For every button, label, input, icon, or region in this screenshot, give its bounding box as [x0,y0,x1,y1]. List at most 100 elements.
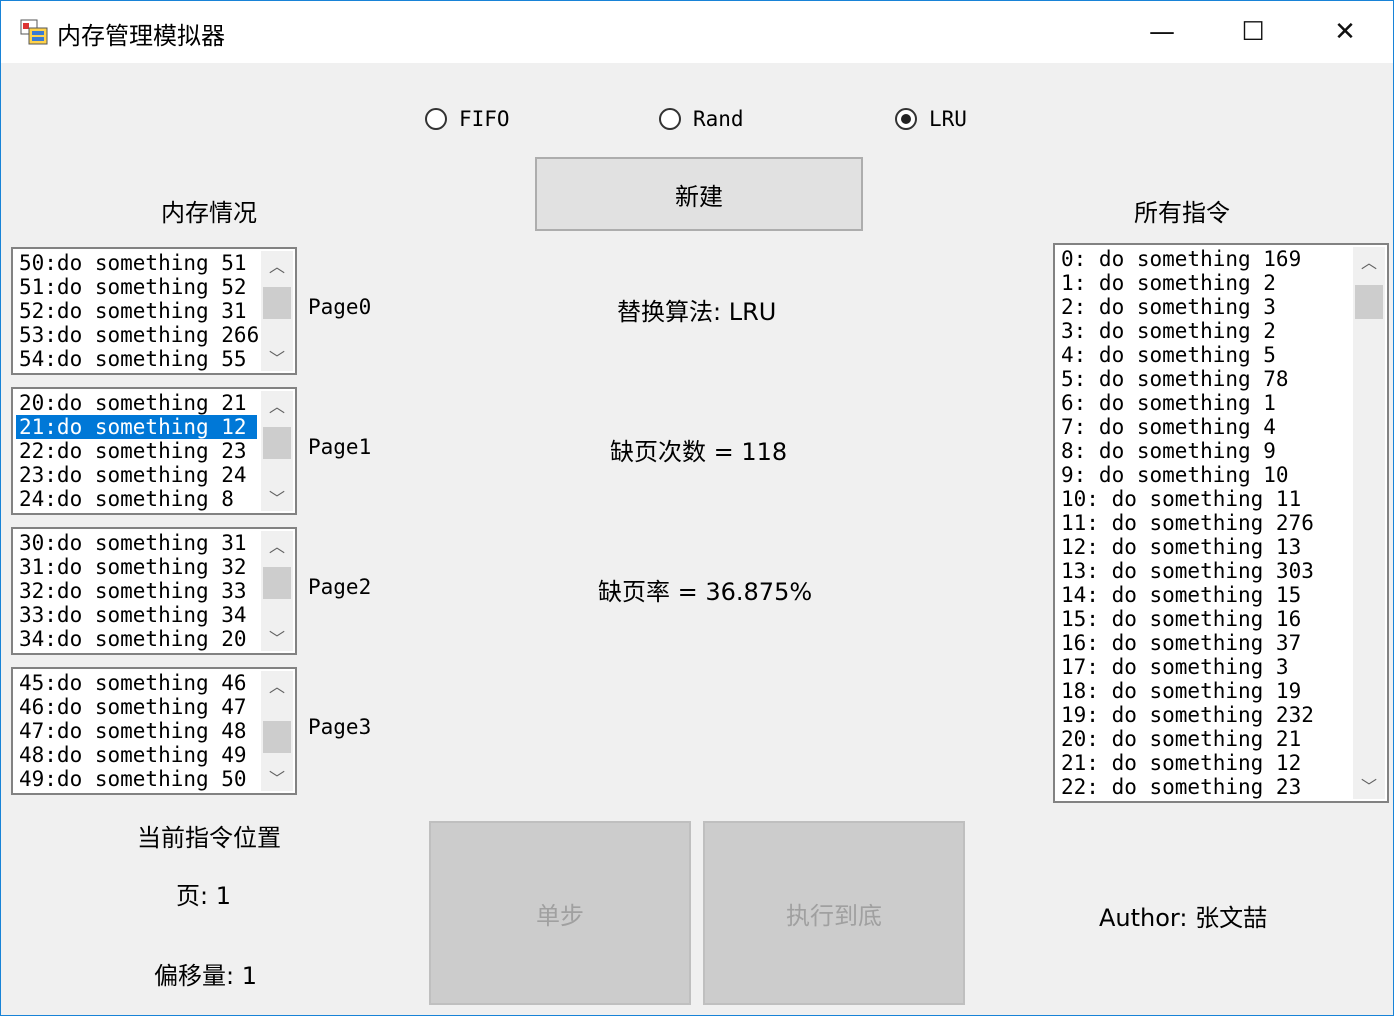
list-item[interactable]: 50:do something 51 [16,251,257,275]
list-item[interactable]: 22:do something 23 [16,439,257,463]
list-item[interactable]: 4: do something 5 [1058,343,1349,367]
title-bar[interactable]: 内存管理模拟器 — ☐ ✕ [1,1,1393,63]
list-item[interactable]: 13: do something 303 [1058,559,1349,583]
instructions-heading: 所有指令 [1134,199,1230,227]
maximize-button[interactable]: ☐ [1207,1,1299,63]
list-item[interactable]: 47:do something 48 [16,719,257,743]
list-item[interactable]: 7: do something 4 [1058,415,1349,439]
memory-heading: 内存情况 [161,199,257,227]
page-scrollbar[interactable]: ︿ ﹀ [261,391,293,511]
instructions-items: 0: do something 169 1: do something 2 2: d… [1058,247,1349,799]
list-item[interactable]: 12: do something 13 [1058,535,1349,559]
new-button[interactable]: 新建 [535,157,863,231]
list-item[interactable]: 24:do something 8 [16,487,257,511]
scroll-down-icon[interactable]: ﹀ [261,483,293,511]
close-icon: ✕ [1334,17,1356,47]
page-scrollbar[interactable]: ︿ ﹀ [261,671,293,791]
scroll-up-icon[interactable]: ︿ [261,531,293,559]
page-listbox[interactable]: 20:do something 21 21:do something 12 22:d… [11,387,297,515]
radio-fifo-label[interactable]: FIFO [459,107,510,131]
page-items: 30:do something 31 31:do something 32 32:d… [16,531,257,651]
list-item[interactable]: 1: do something 2 [1058,271,1349,295]
page-listbox[interactable]: 50:do something 51 51:do something 52 52:d… [11,247,297,375]
scroll-thumb[interactable] [263,427,291,459]
list-item[interactable]: 9: do something 10 [1058,463,1349,487]
list-item[interactable]: 21: do something 12 [1058,751,1349,775]
list-item[interactable]: 19: do something 232 [1058,703,1349,727]
list-item[interactable]: 49:do something 50 [16,767,257,791]
minimize-icon: — [1149,17,1175,47]
radio-rand-indicator[interactable] [659,108,681,130]
list-item[interactable]: 2: do something 3 [1058,295,1349,319]
list-item[interactable]: 33:do something 34 [16,603,257,627]
list-item[interactable]: 18: do something 19 [1058,679,1349,703]
list-item[interactable]: 48:do something 49 [16,743,257,767]
page-label: Page1 [308,435,372,459]
list-item[interactable]: 46:do something 47 [16,695,257,719]
scroll-thumb[interactable] [263,287,291,319]
maximize-icon: ☐ [1241,17,1265,47]
list-item[interactable]: 16: do something 37 [1058,631,1349,655]
page-scrollbar[interactable]: ︿ ﹀ [261,251,293,371]
position-heading: 当前指令位置 [137,824,281,852]
page-scrollbar[interactable]: ︿ ﹀ [261,531,293,651]
position-page: 页: 1 [176,882,231,910]
list-item[interactable]: 5: do something 78 [1058,367,1349,391]
list-item[interactable]: 11: do something 276 [1058,511,1349,535]
list-item[interactable]: 20:do something 21 [16,391,257,415]
list-item[interactable]: 52:do something 31 [16,299,257,323]
close-button[interactable]: ✕ [1299,1,1391,63]
minimize-button[interactable]: — [1116,1,1208,63]
page-listbox[interactable]: 30:do something 31 31:do something 32 32:d… [11,527,297,655]
window-title: 内存管理模拟器 [57,22,225,50]
list-item[interactable]: 30:do something 31 [16,531,257,555]
scroll-up-icon[interactable]: ︿ [1353,247,1385,275]
run-to-end-button[interactable]: 执行到底 [703,821,965,1005]
list-item[interactable]: 3: do something 2 [1058,319,1349,343]
scroll-up-icon[interactable]: ︿ [261,251,293,279]
list-item[interactable]: 53:do something 266 [16,323,259,347]
list-item[interactable]: 51:do something 52 [16,275,257,299]
radio-lru-label[interactable]: LRU [929,107,967,131]
list-item[interactable]: 23:do something 24 [16,463,257,487]
list-item[interactable]: 15: do something 16 [1058,607,1349,631]
list-item[interactable]: 20: do something 21 [1058,727,1349,751]
list-item[interactable]: 21:do something 12 [16,415,257,439]
list-item[interactable]: 45:do something 46 [16,671,257,695]
list-item[interactable]: 8: do something 9 [1058,439,1349,463]
list-item[interactable]: 0: do something 169 [1058,247,1349,271]
scroll-up-icon[interactable]: ︿ [261,391,293,419]
radio-lru-indicator[interactable] [895,108,917,130]
list-item[interactable]: 6: do something 1 [1058,391,1349,415]
scroll-thumb[interactable] [263,721,291,753]
list-item[interactable]: 31:do something 32 [16,555,257,579]
scroll-thumb[interactable] [1355,285,1383,319]
list-item[interactable]: 14: do something 15 [1058,583,1349,607]
step-button[interactable]: 单步 [429,821,691,1005]
radio-fifo[interactable]: FIFO [425,105,510,133]
page-label: Page3 [308,715,372,739]
scroll-down-icon[interactable]: ﹀ [261,343,293,371]
list-item[interactable]: 22: do something 23 [1058,775,1349,799]
list-item[interactable]: 54:do something 55 [16,347,257,371]
scroll-thumb[interactable] [263,567,291,599]
page-label: Page0 [308,295,372,319]
instructions-listbox[interactable]: 0: do something 169 1: do something 2 2: d… [1053,243,1389,803]
page-listbox[interactable]: 45:do something 46 46:do something 47 47:d… [11,667,297,795]
list-item[interactable]: 17: do something 3 [1058,655,1349,679]
list-item[interactable]: 34:do something 20 [16,627,257,651]
scroll-down-icon[interactable]: ﹀ [261,623,293,651]
radio-fifo-indicator[interactable] [425,108,447,130]
radio-rand-label[interactable]: Rand [693,107,744,131]
scroll-down-icon[interactable]: ﹀ [1353,771,1385,799]
page-items: 20:do something 21 21:do something 12 22:d… [16,391,257,511]
list-item[interactable]: 32:do something 33 [16,579,257,603]
app-icon [20,19,48,45]
radio-rand[interactable]: Rand [659,105,744,133]
radio-lru[interactable]: LRU [895,105,967,133]
scroll-up-icon[interactable]: ︿ [261,671,293,699]
list-item[interactable]: 10: do something 11 [1058,487,1349,511]
page-label: Page2 [308,575,372,599]
scroll-down-icon[interactable]: ﹀ [261,763,293,791]
instructions-scrollbar[interactable]: ︿ ﹀ [1353,247,1385,799]
